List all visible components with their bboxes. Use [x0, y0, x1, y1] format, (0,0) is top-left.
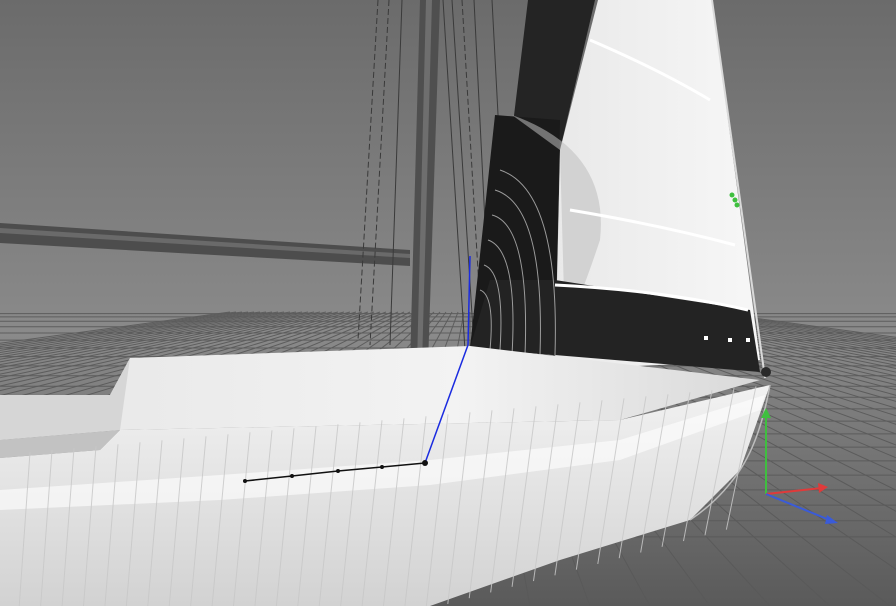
vertex-handle[interactable]: [336, 469, 340, 473]
vertex-handle[interactable]: [290, 474, 294, 478]
stern-fitting[interactable]: [761, 367, 771, 377]
green-marker[interactable]: [729, 192, 735, 198]
vertex-handle[interactable]: [243, 479, 247, 483]
3d-viewport[interactable]: [0, 0, 896, 606]
vertex-handle[interactable]: [380, 465, 384, 469]
vertex-handle[interactable]: [422, 460, 428, 466]
